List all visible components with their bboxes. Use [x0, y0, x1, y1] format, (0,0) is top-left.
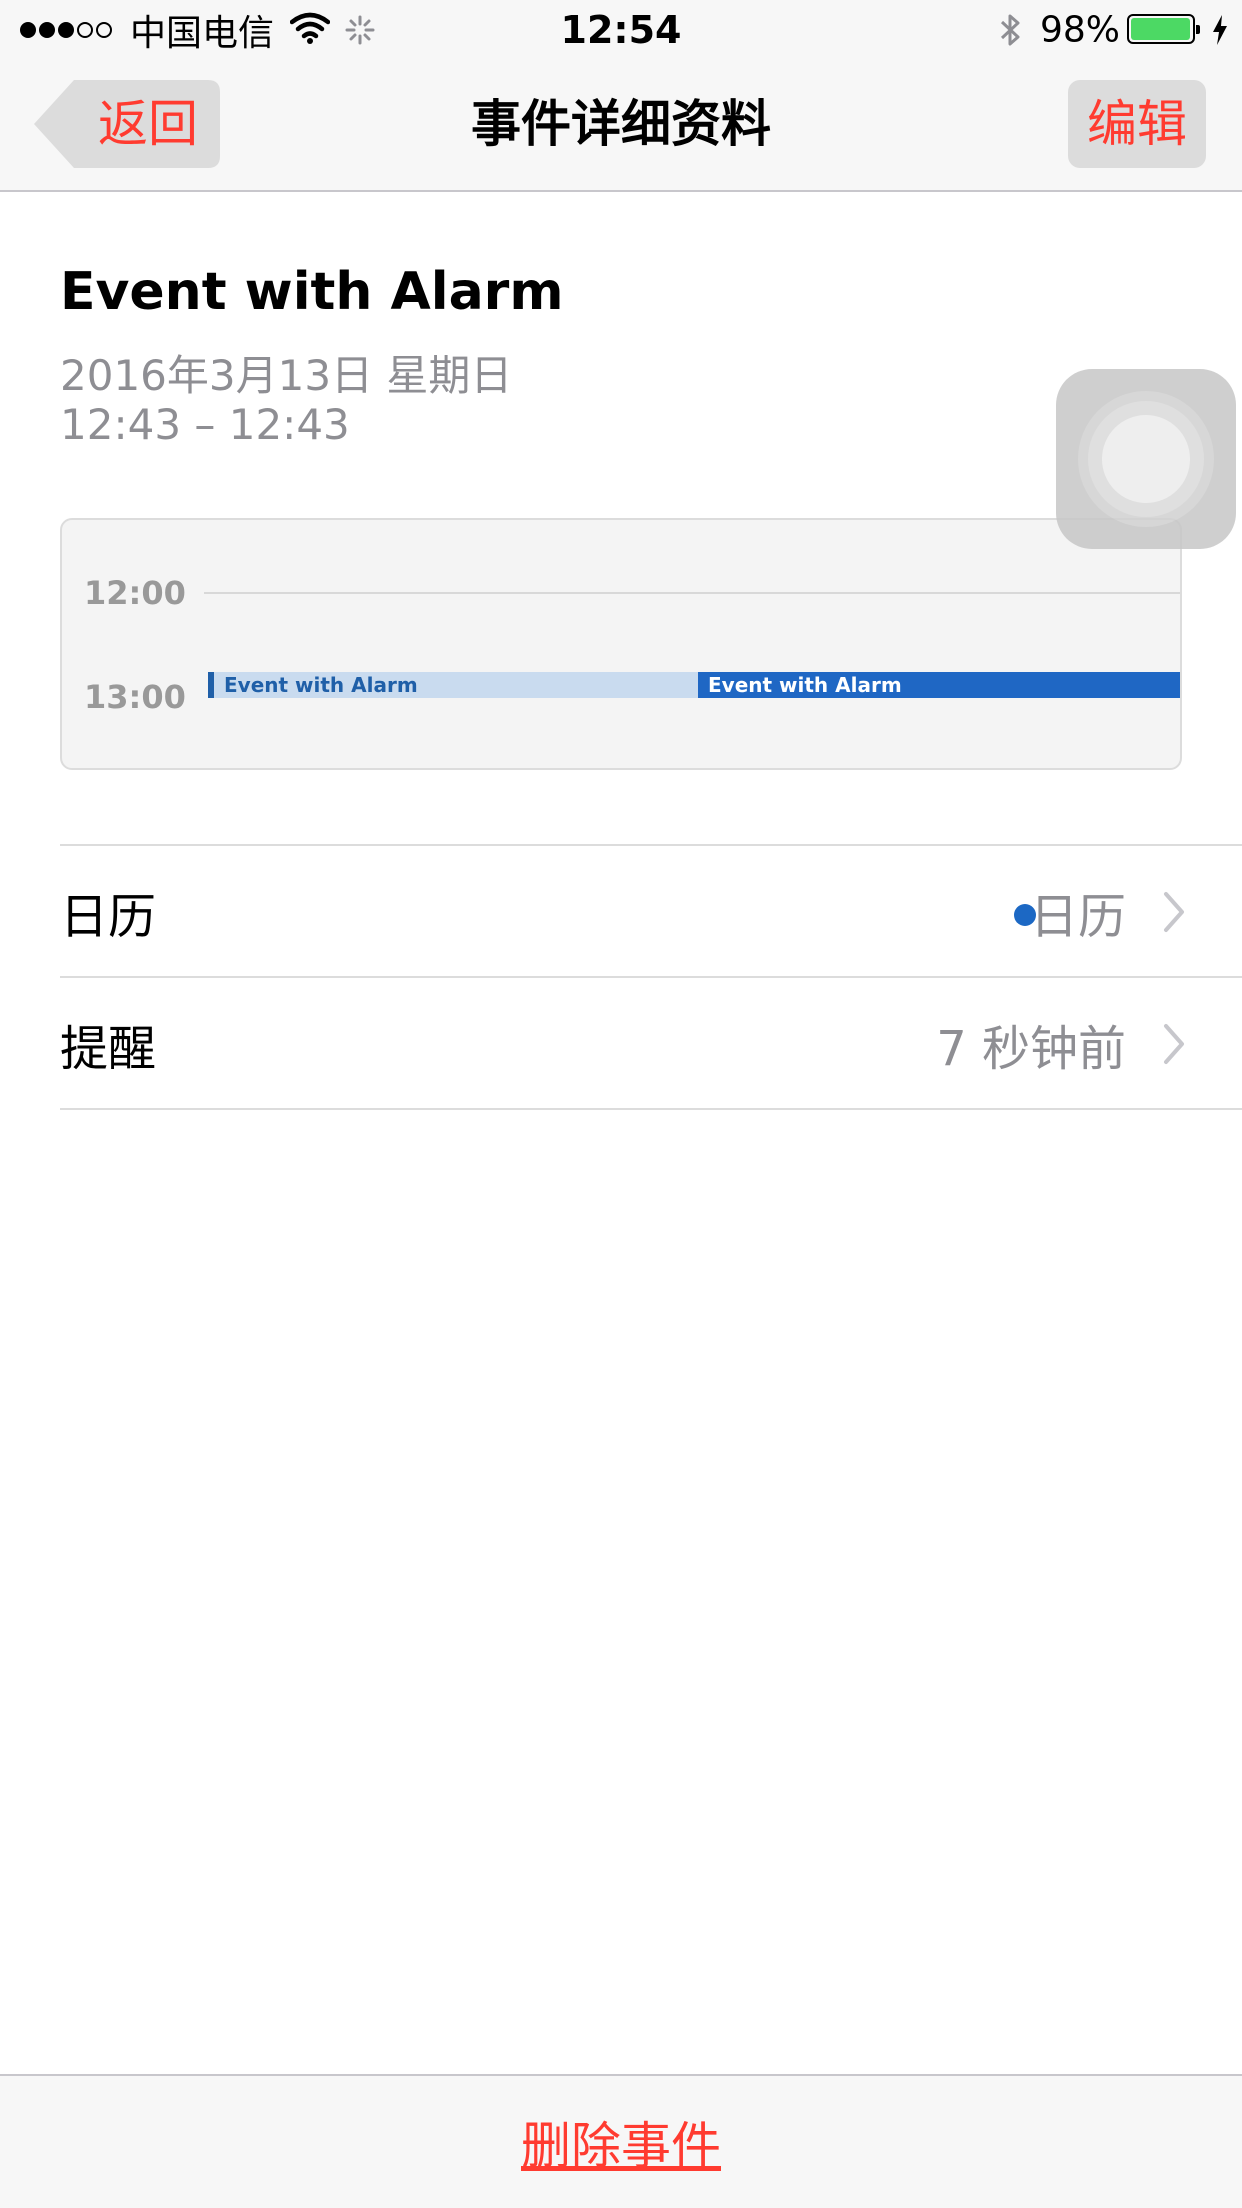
row-value: 日历 — [1029, 889, 1126, 945]
hour-label: 12:00 — [84, 574, 186, 612]
charging-bolt-icon — [1210, 14, 1230, 55]
event-block-selected[interactable]: Event with Alarm — [698, 672, 1180, 698]
event-time: 12:43 – 12:43 — [60, 400, 350, 449]
row-value: 7 秒钟前 — [936, 1021, 1126, 1077]
battery-percent: 98% — [1040, 9, 1121, 51]
hour-line — [204, 592, 1180, 594]
alert-row[interactable]: 提醒 7 秒钟前 — [60, 978, 1242, 1110]
event-title: Event with Alarm — [60, 262, 564, 322]
hour-label: 13:00 — [84, 678, 186, 716]
page-title: 事件详细资料 — [471, 95, 771, 153]
event-block[interactable]: Event with Alarm — [208, 672, 698, 698]
row-label: 日历 — [60, 889, 157, 945]
toolbar: 删除事件 — [0, 2074, 1242, 2208]
bluetooth-icon — [996, 12, 1024, 57]
separator — [60, 1108, 1242, 1110]
chevron-right-icon — [1162, 1022, 1186, 1070]
battery-icon — [1127, 14, 1200, 44]
row-label: 提醒 — [60, 1021, 157, 1077]
status-bar: 中国电信 12:54 98% — [0, 0, 1242, 60]
delete-event-button[interactable]: 删除事件 — [0, 2106, 1242, 2178]
day-preview[interactable]: 12:00 13:00 Event with Alarm Event with … — [60, 518, 1182, 770]
edit-button[interactable]: 编辑 — [1068, 80, 1206, 168]
battery-level — [1131, 18, 1190, 40]
assistive-touch-icon[interactable] — [1056, 369, 1236, 549]
navigation-bar: 返回 事件详细资料 编辑 — [0, 60, 1242, 192]
chevron-right-icon — [1162, 890, 1186, 938]
calendar-row[interactable]: 日历 日历 — [60, 846, 1242, 978]
event-date: 2016年3月13日 星期日 — [60, 351, 513, 400]
